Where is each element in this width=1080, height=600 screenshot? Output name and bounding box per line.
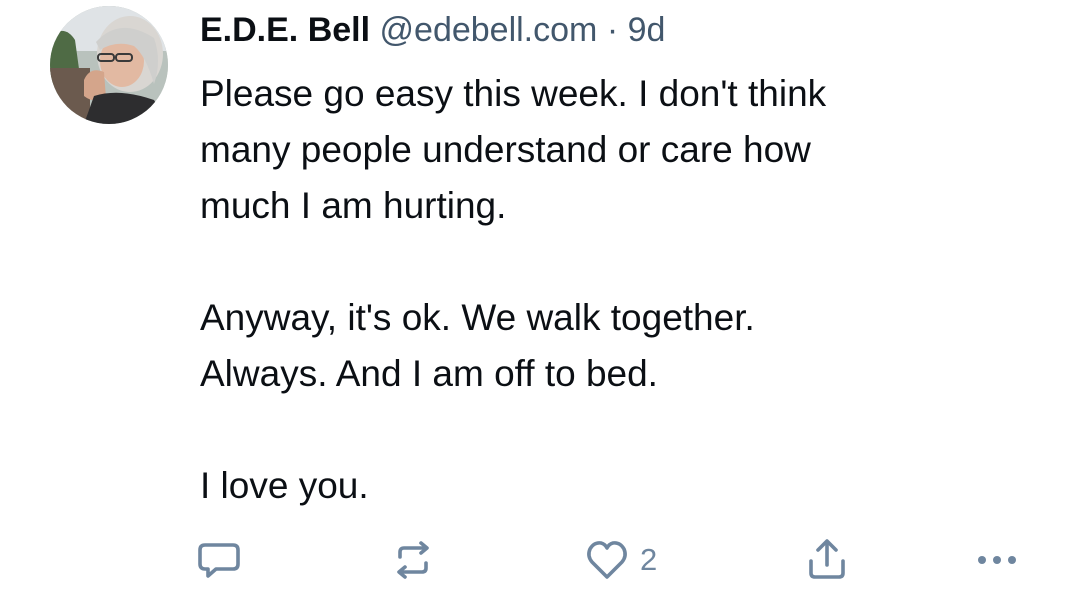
reply-button[interactable] — [196, 535, 242, 585]
post-blank-line — [200, 234, 1020, 290]
post-line: Please go easy this week. I don't think — [200, 73, 827, 114]
post-line: much I am hurting. — [200, 185, 507, 226]
repost-button[interactable] — [390, 535, 436, 585]
post-line: Anyway, it's ok. We walk together. — [200, 297, 755, 338]
post-line: I love you. — [200, 465, 369, 506]
more-button[interactable] — [974, 535, 1020, 585]
more-icon — [978, 556, 1016, 564]
avatar-photo — [50, 6, 168, 124]
post-line: many people understand or care how — [200, 129, 811, 170]
separator-dot: · — [606, 11, 619, 49]
post-blank-line — [200, 402, 1020, 458]
avatar[interactable] — [50, 6, 168, 124]
share-button[interactable] — [804, 535, 850, 585]
post-line: Always. And I am off to bed. — [200, 353, 658, 394]
post-age[interactable]: 9d — [628, 11, 666, 49]
action-bar: 2 — [0, 535, 1080, 585]
post-text: Please go easy this week. I don't think … — [200, 66, 1020, 514]
like-button[interactable]: 2 — [584, 535, 657, 585]
reply-icon — [198, 543, 240, 578]
repost-icon — [397, 541, 429, 579]
post-header: E.D.E. Bell @edebell.com · 9d — [200, 8, 665, 52]
author-handle[interactable]: @edebell.com — [380, 11, 598, 49]
author-name[interactable]: E.D.E. Bell — [200, 11, 370, 49]
heart-icon — [587, 541, 627, 579]
like-count: 2 — [640, 542, 658, 577]
share-icon — [809, 539, 845, 579]
